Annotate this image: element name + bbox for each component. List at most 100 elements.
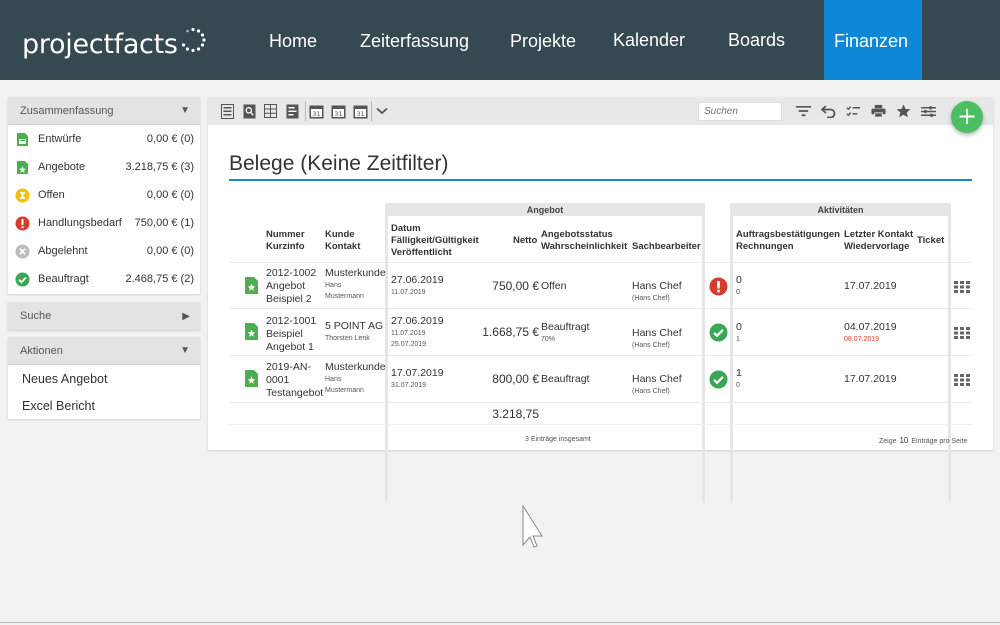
cell-line: 04.07.2019 xyxy=(844,321,897,333)
summary-label: Abgelehnt xyxy=(38,245,88,257)
action-excel-bericht[interactable]: Excel Bericht xyxy=(8,393,200,420)
summary-item-beauftragt[interactable]: Beauftragt 2.468,75 € (2) xyxy=(8,265,200,293)
row-menu-grid-icon[interactable] xyxy=(954,327,970,339)
cell-sub-line: (Hans Chef) xyxy=(632,388,670,395)
col-header-auftragsbestaetigungen[interactable]: Auftragsbestätigungen Rechnungen xyxy=(736,229,840,253)
cell-auftragsbestaetigungen[interactable]: 0 0 xyxy=(736,274,742,298)
expand-caret-icon: ▶ xyxy=(182,310,190,322)
table-view-icon[interactable] xyxy=(263,103,278,119)
detail-view-icon[interactable] xyxy=(285,103,300,119)
svg-text:31: 31 xyxy=(356,110,364,118)
col-header-datum[interactable]: Datum Fälligkeit/Gültigkeit Veröffentlic… xyxy=(391,223,479,259)
logo-dots-icon xyxy=(181,27,206,53)
cell-nummer[interactable]: 2019-AN- 0001 Testangebot xyxy=(266,361,323,400)
cell-line: 5 POINT AG xyxy=(325,320,384,332)
cell-sub-line: (Hans Chef) xyxy=(632,295,670,302)
actions-panel-header[interactable]: Aktionen ▼ xyxy=(8,337,200,365)
row-divider xyxy=(229,355,972,356)
nav-projekte[interactable]: Projekte xyxy=(510,0,576,80)
summary-value: 0,00 € (0) xyxy=(146,133,194,145)
summary-value: 0,00 € (0) xyxy=(146,245,194,257)
col-header-line: Angebotsstatus xyxy=(541,229,613,240)
summary-item-abgelehnt[interactable]: Abgelehnt 0,00 € (0) xyxy=(8,237,200,265)
chevron-down-icon[interactable] xyxy=(374,103,389,119)
cell-angebotsstatus: Beauftragt 70% xyxy=(541,321,589,345)
cell-auftragsbestaetigungen[interactable]: 0 1 xyxy=(736,321,742,345)
action-neues-angebot[interactable]: Neues Angebot xyxy=(8,366,200,393)
col-header-angebotsstatus[interactable]: Angebotsstatus Wahrscheinlichkeit xyxy=(541,229,627,253)
col-header-line: Kurzinfo xyxy=(266,241,305,252)
cell-line: 27.06.2019 xyxy=(391,315,444,327)
search-panel-header[interactable]: Suche ▶ xyxy=(8,302,200,330)
cell-line: 2012-1002 xyxy=(266,267,317,279)
nav-home[interactable]: Home xyxy=(269,0,317,80)
nav-zeiterfassung[interactable]: Zeiterfassung xyxy=(360,0,469,80)
cell-letzter-kontakt: 17.07.2019 xyxy=(844,373,897,385)
cell-sub-line: 08.07.2019 xyxy=(844,336,880,343)
undo-icon[interactable] xyxy=(821,103,836,119)
search-input[interactable] xyxy=(698,102,782,121)
summary-value: 3.218,75 € (3) xyxy=(125,161,195,173)
summary-panel-header[interactable]: Zusammenfassung ▼ xyxy=(8,97,200,125)
nav-boards[interactable]: Boards xyxy=(728,0,785,80)
cell-line: 17.07.2019 xyxy=(391,367,444,379)
collapse-caret-icon: ▼ xyxy=(180,105,190,116)
total-divider xyxy=(229,424,972,425)
cell-datum: 27.06.2019 11.07.2019 25.07.2019 xyxy=(391,315,444,350)
cell-auftragsbestaetigungen[interactable]: 1 0 xyxy=(736,367,742,391)
page-size-select[interactable]: 10 xyxy=(899,436,908,445)
calendar-week-icon[interactable]: 31 xyxy=(331,103,346,119)
svg-text:31: 31 xyxy=(334,110,342,118)
cell-sub-line: Mustermann xyxy=(325,387,364,394)
row-menu-grid-icon[interactable] xyxy=(954,374,970,386)
cell-kunde[interactable]: Musterkunde Hans Mustermann xyxy=(325,267,386,302)
cell-kunde[interactable]: 5 POINT AG Thorsten Lenk xyxy=(325,320,383,344)
cell-kunde[interactable]: Musterkunde Hans Mustermann xyxy=(325,361,386,396)
col-header-line: Kunde xyxy=(325,229,355,240)
col-header-sachbearbeiter[interactable]: Sachbearbeiter xyxy=(632,241,701,253)
col-header-kunde[interactable]: Kunde Kontakt xyxy=(325,229,360,253)
summary-label: Entwürfe xyxy=(38,133,82,145)
filter-icon[interactable] xyxy=(796,103,811,119)
col-header-ticket[interactable]: Ticket xyxy=(917,235,944,247)
cell-line: 2019-AN- xyxy=(266,361,311,373)
cell-nummer[interactable]: 2012-1001 Beispiel Angebot 1 xyxy=(266,315,316,354)
cell-sub-line: 31.07.2019 xyxy=(391,382,427,389)
offer-doc-icon xyxy=(245,370,258,387)
summary-item-entwuerfe[interactable]: Entwürfe 0,00 € (0) xyxy=(8,125,200,153)
cell-sub-line: Thorsten Lenk xyxy=(325,335,370,342)
summary-item-angebote[interactable]: Angebote 3.218,75 € (3) xyxy=(8,153,200,181)
summary-value: 0,00 € (0) xyxy=(146,189,194,201)
checklist-icon[interactable] xyxy=(846,103,861,119)
cell-line: Hans Chef xyxy=(632,327,682,339)
cell-line: Hans Chef xyxy=(632,373,682,385)
settings-sliders-icon[interactable] xyxy=(921,103,936,119)
favorite-star-icon[interactable] xyxy=(896,103,911,119)
col-header-nummer[interactable]: Nummer Kurzinfo xyxy=(266,229,305,253)
cell-nummer[interactable]: 2012-1002 Angebot Beispiel 2 xyxy=(266,267,316,306)
toolbar-divider xyxy=(305,101,306,121)
summary-item-offen[interactable]: Offen 0,00 € (0) xyxy=(8,181,200,209)
brand-logo[interactable]: projectfacts xyxy=(22,24,206,64)
list-view-icon[interactable] xyxy=(220,103,235,119)
add-new-button[interactable]: + xyxy=(951,101,983,133)
col-header-letzter-kontakt[interactable]: Letzter Kontakt Wiedervorlage xyxy=(844,229,913,253)
print-icon[interactable] xyxy=(871,103,886,119)
nav-kalender[interactable]: Kalender xyxy=(613,0,685,80)
summary-item-handlungsbedarf[interactable]: Handlungsbedarf 750,00 € (1) xyxy=(8,209,200,237)
search-view-icon[interactable] xyxy=(242,103,257,119)
cell-sub-line: 0 xyxy=(736,289,740,296)
summary-value: 2.468,75 € (2) xyxy=(125,273,195,285)
angebot-group-label: Angebot xyxy=(526,205,564,215)
row-divider xyxy=(229,308,972,309)
cell-line: 27.06.2019 xyxy=(391,274,444,286)
rejected-icon xyxy=(15,244,30,259)
row-menu-grid-icon[interactable] xyxy=(954,281,970,293)
nav-finanzen[interactable]: Finanzen xyxy=(824,0,922,80)
calendar-month-icon[interactable]: 31 xyxy=(353,103,368,119)
col-header-netto[interactable]: Netto xyxy=(513,235,537,247)
offer-star-icon xyxy=(15,160,30,175)
cell-sachbearbeiter: Hans Chef (Hans Chef) xyxy=(632,373,682,397)
calendar-day-icon[interactable]: 31 xyxy=(309,103,324,119)
cell-line: Musterkunde xyxy=(325,267,386,279)
